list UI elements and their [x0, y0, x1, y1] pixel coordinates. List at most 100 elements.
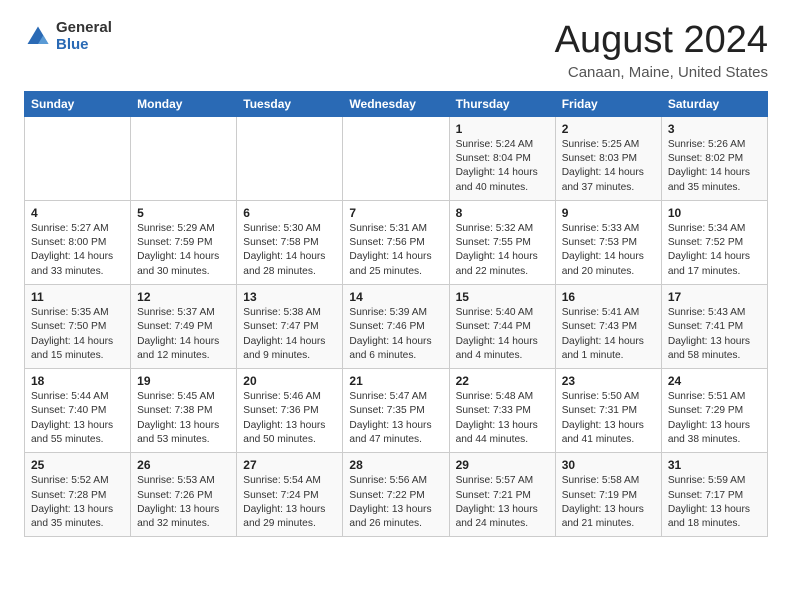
day-info: Sunrise: 5:45 AM Sunset: 7:38 PM Dayligh… [137, 390, 230, 447]
header-cell-saturday: Saturday [661, 91, 767, 116]
day-info: Sunrise: 5:33 AM Sunset: 7:53 PM Dayligh… [562, 222, 655, 279]
calendar-cell: 6 Sunrise: 5:30 AM Sunset: 7:58 PM Daylig… [237, 200, 343, 284]
day-number: 24 [668, 374, 761, 388]
day-info: Sunrise: 5:52 AM Sunset: 7:28 PM Dayligh… [31, 474, 124, 531]
day-number: 6 [243, 206, 336, 220]
calendar-row-3: 11Sunrise: 5:35 AM Sunset: 7:50 PM Dayli… [25, 285, 768, 369]
header-cell-tuesday: Tuesday [237, 91, 343, 116]
logo: General Blue [24, 20, 112, 53]
day-info: Sunrise: 5:32 AM Sunset: 7:55 PM Dayligh… [456, 222, 549, 279]
day-info: Sunrise: 5:41 AM Sunset: 7:43 PM Dayligh… [562, 306, 655, 363]
day-info: Sunrise: 5:53 AM Sunset: 7:26 PM Dayligh… [137, 474, 230, 531]
day-info: Sunrise: 5:40 AM Sunset: 7:44 PM Dayligh… [456, 306, 549, 363]
calendar-cell: 29Sunrise: 5:57 AM Sunset: 7:21 PM Dayli… [449, 453, 555, 537]
calendar-cell: 30 Sunrise: 5:58 AM Sunset: 7:19 PM Dayli… [555, 453, 661, 537]
day-info: Sunrise: 5:59 AM Sunset: 7:17 PM Dayligh… [668, 474, 761, 531]
day-info: Sunrise: 5:58 AM Sunset: 7:19 PM Dayligh… [562, 474, 655, 531]
day-number: 14 [349, 290, 442, 304]
day-number: 23 [562, 374, 655, 388]
calendar-cell: 24Sunrise: 5:51 AM Sunset: 7:29 PM Dayli… [661, 369, 767, 453]
day-number: 10 [668, 206, 761, 220]
day-number: 17 [668, 290, 761, 304]
day-number: 20 [243, 374, 336, 388]
day-info: Sunrise: 5:25 AM Sunset: 8:03 PM Dayligh… [562, 138, 655, 195]
day-number: 19 [137, 374, 230, 388]
day-number: 29 [456, 458, 549, 472]
day-info: Sunrise: 5:43 AM Sunset: 7:41 PM Dayligh… [668, 306, 761, 363]
calendar-cell: 2 Sunrise: 5:25 AM Sunset: 8:03 PM Daylig… [555, 116, 661, 200]
day-number: 15 [456, 290, 549, 304]
day-number: 1 [456, 122, 549, 136]
logo-icon [24, 23, 52, 51]
day-number: 30 [562, 458, 655, 472]
day-number: 3 [668, 122, 761, 136]
calendar-cell: 9 Sunrise: 5:33 AM Sunset: 7:53 PM Daylig… [555, 200, 661, 284]
day-number: 16 [562, 290, 655, 304]
calendar-cell: 11Sunrise: 5:35 AM Sunset: 7:50 PM Dayli… [25, 285, 131, 369]
calendar-cell: 22 Sunrise: 5:48 AM Sunset: 7:33 PM Dayli… [449, 369, 555, 453]
calendar-cell: 15 Sunrise: 5:40 AM Sunset: 7:44 PM Dayli… [449, 285, 555, 369]
calendar-cell: 3 Sunrise: 5:26 AM Sunset: 8:02 PM Daylig… [661, 116, 767, 200]
calendar-cell: 21 Sunrise: 5:47 AM Sunset: 7:35 PM Dayli… [343, 369, 449, 453]
day-number: 21 [349, 374, 442, 388]
header-row: SundayMondayTuesdayWednesdayThursdayFrid… [25, 91, 768, 116]
calendar-cell: 10Sunrise: 5:34 AM Sunset: 7:52 PM Dayli… [661, 200, 767, 284]
day-number: 2 [562, 122, 655, 136]
day-number: 13 [243, 290, 336, 304]
day-info: Sunrise: 5:24 AM Sunset: 8:04 PM Dayligh… [456, 138, 549, 195]
calendar-cell: 23Sunrise: 5:50 AM Sunset: 7:31 PM Dayli… [555, 369, 661, 453]
day-number: 27 [243, 458, 336, 472]
calendar-cell: 25Sunrise: 5:52 AM Sunset: 7:28 PM Dayli… [25, 453, 131, 537]
day-info: Sunrise: 5:35 AM Sunset: 7:50 PM Dayligh… [31, 306, 124, 363]
day-info: Sunrise: 5:39 AM Sunset: 7:46 PM Dayligh… [349, 306, 442, 363]
day-info: Sunrise: 5:31 AM Sunset: 7:56 PM Dayligh… [349, 222, 442, 279]
logo-general-text: General [56, 20, 112, 37]
day-info: Sunrise: 5:26 AM Sunset: 8:02 PM Dayligh… [668, 138, 761, 195]
calendar-cell: 12Sunrise: 5:37 AM Sunset: 7:49 PM Dayli… [131, 285, 237, 369]
day-number: 4 [31, 206, 124, 220]
day-info: Sunrise: 5:29 AM Sunset: 7:59 PM Dayligh… [137, 222, 230, 279]
header-cell-friday: Friday [555, 91, 661, 116]
calendar-cell: 27Sunrise: 5:54 AM Sunset: 7:24 PM Dayli… [237, 453, 343, 537]
calendar-cell: 8 Sunrise: 5:32 AM Sunset: 7:55 PM Daylig… [449, 200, 555, 284]
header-cell-thursday: Thursday [449, 91, 555, 116]
day-info: Sunrise: 5:30 AM Sunset: 7:58 PM Dayligh… [243, 222, 336, 279]
day-info: Sunrise: 5:56 AM Sunset: 7:22 PM Dayligh… [349, 474, 442, 531]
day-number: 9 [562, 206, 655, 220]
calendar-subtitle: Canaan, Maine, United States [555, 64, 768, 81]
calendar-body: 1 Sunrise: 5:24 AM Sunset: 8:04 PM Daylig… [25, 116, 768, 537]
calendar-row-5: 25Sunrise: 5:52 AM Sunset: 7:28 PM Dayli… [25, 453, 768, 537]
day-info: Sunrise: 5:46 AM Sunset: 7:36 PM Dayligh… [243, 390, 336, 447]
day-number: 5 [137, 206, 230, 220]
day-number: 22 [456, 374, 549, 388]
calendar-row-1: 1 Sunrise: 5:24 AM Sunset: 8:04 PM Daylig… [25, 116, 768, 200]
calendar-cell [25, 116, 131, 200]
logo-blue-text: Blue [56, 37, 112, 54]
day-number: 18 [31, 374, 124, 388]
logo-text: General Blue [56, 20, 112, 53]
calendar-header: SundayMondayTuesdayWednesdayThursdayFrid… [25, 91, 768, 116]
calendar-row-2: 4Sunrise: 5:27 AM Sunset: 8:00 PM Daylig… [25, 200, 768, 284]
calendar-row-4: 18 Sunrise: 5:44 AM Sunset: 7:40 PM Dayli… [25, 369, 768, 453]
day-number: 31 [668, 458, 761, 472]
day-info: Sunrise: 5:47 AM Sunset: 7:35 PM Dayligh… [349, 390, 442, 447]
calendar-cell: 19 Sunrise: 5:45 AM Sunset: 7:38 PM Dayli… [131, 369, 237, 453]
title-block: August 2024 Canaan, Maine, United States [555, 20, 768, 81]
calendar-cell: 17 Sunrise: 5:43 AM Sunset: 7:41 PM Dayli… [661, 285, 767, 369]
day-info: Sunrise: 5:44 AM Sunset: 7:40 PM Dayligh… [31, 390, 124, 447]
calendar-cell: 16 Sunrise: 5:41 AM Sunset: 7:43 PM Dayli… [555, 285, 661, 369]
calendar-cell: 1 Sunrise: 5:24 AM Sunset: 8:04 PM Daylig… [449, 116, 555, 200]
day-info: Sunrise: 5:38 AM Sunset: 7:47 PM Dayligh… [243, 306, 336, 363]
day-number: 28 [349, 458, 442, 472]
header: General Blue August 2024 Canaan, Maine, … [24, 20, 768, 81]
day-info: Sunrise: 5:48 AM Sunset: 7:33 PM Dayligh… [456, 390, 549, 447]
calendar-cell: 7 Sunrise: 5:31 AM Sunset: 7:56 PM Daylig… [343, 200, 449, 284]
day-number: 7 [349, 206, 442, 220]
day-number: 12 [137, 290, 230, 304]
calendar-cell: 18 Sunrise: 5:44 AM Sunset: 7:40 PM Dayli… [25, 369, 131, 453]
calendar-cell: 13 Sunrise: 5:38 AM Sunset: 7:47 PM Dayli… [237, 285, 343, 369]
calendar-cell: 5 Sunrise: 5:29 AM Sunset: 7:59 PM Daylig… [131, 200, 237, 284]
day-number: 26 [137, 458, 230, 472]
day-number: 8 [456, 206, 549, 220]
calendar-cell: 4Sunrise: 5:27 AM Sunset: 8:00 PM Daylig… [25, 200, 131, 284]
